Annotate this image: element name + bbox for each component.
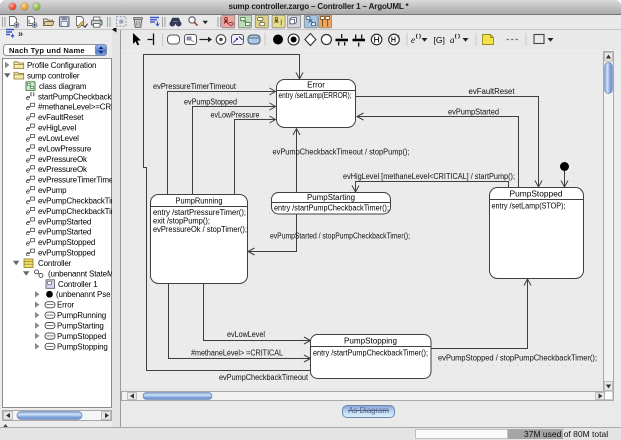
svg-text:e: e (411, 35, 415, 45)
svg-text:[G]: [G] (434, 35, 445, 45)
svg-text:a: a (450, 35, 455, 45)
svg-text:»: » (18, 29, 23, 39)
